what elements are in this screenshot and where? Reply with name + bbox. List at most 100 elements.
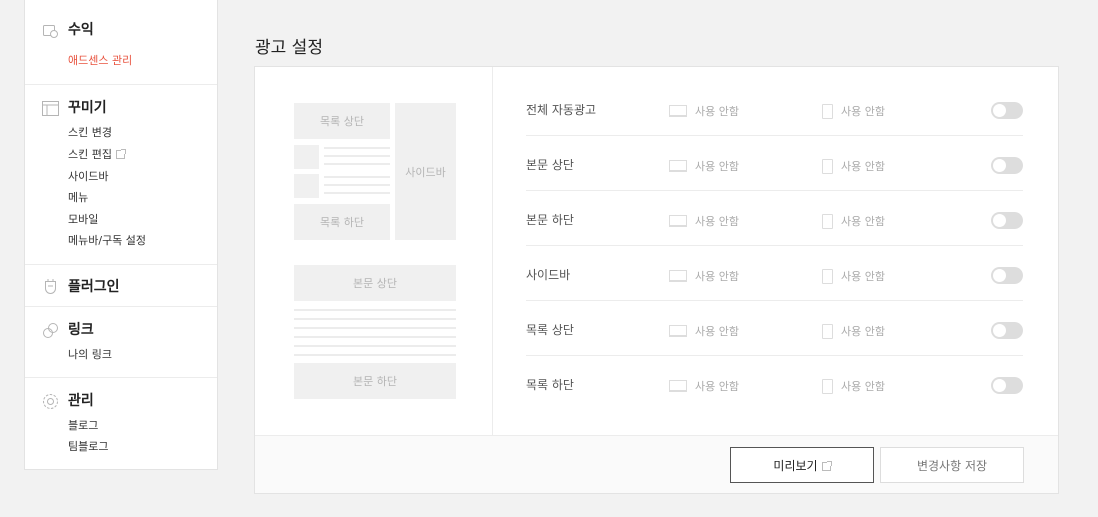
preview-button[interactable]: 미리보기: [730, 447, 874, 483]
sidebar-section-decorate: 꾸미기 스킨 변경 스킨 편집 사이드바 메뉴 모바일 메뉴바/구독 설정: [25, 85, 217, 265]
sidebar-item-skin-change[interactable]: 스킨 변경: [68, 124, 112, 140]
ad-settings-panel: 목록 상단 사이드바 목록 하단 본문 상단 본문 하단 전체 자동광고 사용 …: [254, 66, 1059, 494]
pc-setting-value: 사용 안함: [695, 160, 739, 173]
coin-icon: [42, 22, 59, 39]
ad-row-label: 목록 상단: [526, 323, 574, 337]
preview-line: [294, 318, 456, 320]
mobile-setting[interactable]: 사용 안함: [822, 323, 885, 339]
ad-row-label: 전체 자동광고: [526, 103, 597, 117]
external-link-icon: [821, 460, 832, 471]
link-icon: [42, 322, 59, 339]
mobile-icon: [822, 158, 833, 174]
pc-setting[interactable]: 사용 안함: [669, 268, 739, 284]
desktop-icon: [669, 105, 687, 117]
ad-toggle[interactable]: [991, 377, 1023, 394]
mobile-setting-value: 사용 안함: [841, 105, 885, 118]
external-link-icon: [115, 149, 126, 159]
desktop-icon: [669, 215, 687, 227]
desktop-icon: [669, 380, 687, 392]
sidebar-item-team-blog[interactable]: 팀블로그: [68, 438, 108, 454]
ad-row-label: 사이드바: [526, 268, 571, 282]
mobile-setting-value: 사용 안함: [841, 270, 885, 283]
ad-placement-preview: 목록 상단 사이드바 목록 하단 본문 상단 본문 하단: [255, 67, 493, 435]
mobile-setting[interactable]: 사용 안함: [822, 213, 885, 229]
sidebar-item-menu[interactable]: 메뉴: [68, 189, 88, 205]
ad-toggle[interactable]: [991, 322, 1023, 339]
preview-body-top: 본문 상단: [294, 265, 456, 301]
ad-row-auto: 전체 자동광고 사용 안함 사용 안함: [526, 81, 1023, 136]
ad-toggle[interactable]: [991, 267, 1023, 284]
mobile-setting-value: 사용 안함: [841, 160, 885, 173]
mobile-icon: [822, 378, 833, 394]
preview-line: [294, 345, 456, 347]
sidebar-item-blog[interactable]: 블로그: [68, 417, 98, 433]
preview-line: [324, 176, 390, 178]
sidebar-item-my-link[interactable]: 나의 링크: [68, 346, 112, 362]
mobile-icon: [822, 268, 833, 284]
ad-row-list-top: 목록 상단 사용 안함 사용 안함: [526, 301, 1023, 356]
preview-line: [324, 184, 390, 186]
sidebar-item-adsense[interactable]: 애드센스 관리: [68, 52, 132, 68]
gear-icon: [42, 393, 59, 410]
pc-setting[interactable]: 사용 안함: [669, 213, 739, 229]
ad-row-label: 목록 하단: [526, 378, 574, 392]
desktop-icon: [669, 160, 687, 172]
sidebar-item-mobile[interactable]: 모바일: [68, 211, 98, 227]
sidebar: 수익 애드센스 관리 꾸미기 스킨 변경 스킨 편집 사이드바 메뉴 모바일 메…: [24, 0, 218, 470]
ad-toggle[interactable]: [991, 157, 1023, 174]
mobile-setting[interactable]: 사용 안함: [822, 103, 885, 119]
preview-line: [294, 336, 456, 338]
preview-list-top: 목록 상단: [294, 103, 390, 139]
pc-setting-value: 사용 안함: [695, 325, 739, 338]
mobile-icon: [822, 323, 833, 339]
desktop-icon: [669, 325, 687, 337]
sidebar-section-link: 링크 나의 링크: [25, 307, 217, 378]
pc-setting[interactable]: 사용 안함: [669, 323, 739, 339]
layout-icon: [42, 100, 59, 117]
sidebar-title-decorate[interactable]: 꾸미기: [68, 97, 107, 117]
pc-setting-value: 사용 안함: [695, 215, 739, 228]
mobile-setting-value: 사용 안함: [841, 380, 885, 393]
sidebar-title-plugin[interactable]: 플러그인: [68, 276, 120, 296]
ad-toggle[interactable]: [991, 212, 1023, 229]
sidebar-item-skin-edit[interactable]: 스킨 편집: [68, 146, 126, 162]
preview-button-label: 미리보기: [773, 458, 818, 473]
mobile-setting[interactable]: 사용 안함: [822, 268, 885, 284]
ad-rows: 전체 자동광고 사용 안함 사용 안함 본문 상단 사용 안함 사용 안함 본문…: [526, 81, 1023, 411]
sidebar-item-skin-edit-label: 스킨 편집: [68, 148, 112, 161]
pc-setting-value: 사용 안함: [695, 105, 739, 118]
sidebar-section-revenue: 수익 애드센스 관리: [25, 0, 217, 85]
save-changes-button[interactable]: 변경사항 저장: [880, 447, 1024, 483]
preview-sidebar: 사이드바: [395, 103, 456, 240]
sidebar-item-sidebar[interactable]: 사이드바: [68, 168, 108, 184]
preview-list-bottom: 목록 하단: [294, 204, 390, 240]
mobile-setting-value: 사용 안함: [841, 215, 885, 228]
mobile-setting[interactable]: 사용 안함: [822, 378, 885, 394]
sidebar-item-menubar-subscribe[interactable]: 메뉴바/구독 설정: [68, 232, 146, 248]
panel-footer: 미리보기 변경사항 저장: [255, 435, 1058, 493]
ad-row-body-top: 본문 상단 사용 안함 사용 안함: [526, 136, 1023, 191]
preview-line: [294, 354, 456, 356]
pc-setting-value: 사용 안함: [695, 380, 739, 393]
sidebar-title-revenue[interactable]: 수익: [68, 19, 94, 39]
ad-row-list-bottom: 목록 하단 사용 안함 사용 안함: [526, 356, 1023, 411]
preview-line: [324, 147, 390, 149]
pc-setting[interactable]: 사용 안함: [669, 378, 739, 394]
preview-thumb: [294, 174, 319, 198]
pc-setting-value: 사용 안함: [695, 270, 739, 283]
pc-setting[interactable]: 사용 안함: [669, 158, 739, 174]
plugin-icon: [42, 278, 59, 295]
ad-row-label: 본문 하단: [526, 213, 574, 227]
preview-body-bottom: 본문 하단: [294, 363, 456, 399]
pc-setting[interactable]: 사용 안함: [669, 103, 739, 119]
mobile-setting[interactable]: 사용 안함: [822, 158, 885, 174]
sidebar-title-manage[interactable]: 관리: [68, 390, 94, 410]
page-title: 광고 설정: [255, 38, 323, 58]
ad-row-label: 본문 상단: [526, 158, 574, 172]
sidebar-section-plugin: 플러그인: [25, 265, 217, 307]
sidebar-title-link[interactable]: 링크: [68, 319, 94, 339]
ad-toggle[interactable]: [991, 102, 1023, 119]
preview-line: [294, 309, 456, 311]
mobile-icon: [822, 213, 833, 229]
ad-row-sidebar: 사이드바 사용 안함 사용 안함: [526, 246, 1023, 301]
